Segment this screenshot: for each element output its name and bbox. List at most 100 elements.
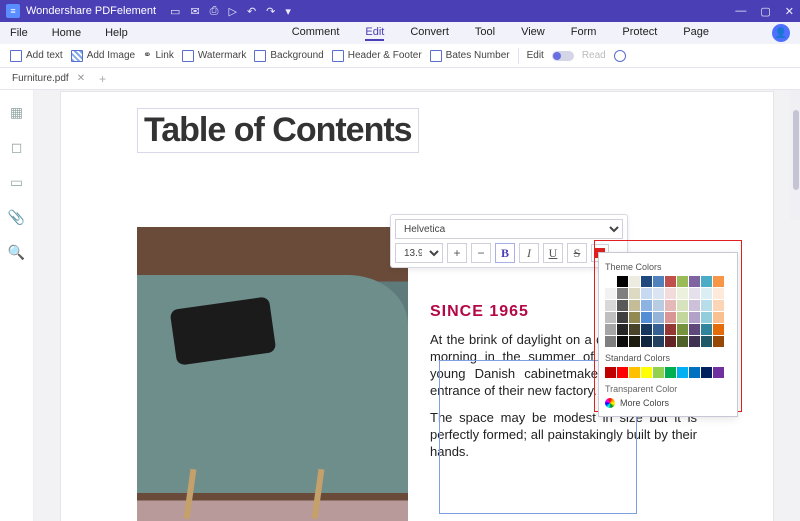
minimize-button[interactable]: — [735, 5, 746, 18]
menu-help[interactable]: Help [105, 27, 128, 39]
scrollbar-thumb[interactable] [793, 110, 799, 190]
color-swatch[interactable] [677, 336, 688, 347]
color-swatch[interactable] [653, 324, 664, 335]
underline-button[interactable]: U [543, 243, 563, 263]
color-swatch[interactable] [617, 336, 628, 347]
color-swatch[interactable] [653, 367, 664, 378]
color-swatch[interactable] [629, 324, 640, 335]
color-swatch[interactable] [641, 312, 652, 323]
color-swatch[interactable] [701, 336, 712, 347]
color-swatch[interactable] [701, 276, 712, 287]
color-swatch[interactable] [653, 288, 664, 299]
color-swatch[interactable] [665, 336, 676, 347]
color-swatch[interactable] [653, 336, 664, 347]
tab-convert[interactable]: Convert [410, 26, 449, 41]
color-swatch[interactable] [617, 324, 628, 335]
strikethrough-button[interactable]: S [567, 243, 587, 263]
attachments-icon[interactable]: 📎 [8, 209, 25, 226]
tab-page[interactable]: Page [683, 26, 709, 41]
color-swatch[interactable] [641, 288, 652, 299]
color-swatch[interactable] [605, 324, 616, 335]
color-swatch[interactable] [713, 367, 724, 378]
font-size-select[interactable]: 13.94 [395, 243, 443, 263]
transparent-color-button[interactable]: Transparent Color [605, 382, 731, 396]
tab-close-icon[interactable]: ✕ [77, 73, 85, 84]
color-swatch[interactable] [605, 312, 616, 323]
tab-tool[interactable]: Tool [475, 26, 495, 41]
color-swatch[interactable] [641, 336, 652, 347]
furniture-image[interactable] [137, 227, 408, 521]
color-swatch[interactable] [605, 288, 616, 299]
color-swatch[interactable] [617, 276, 628, 287]
comments-icon[interactable]: ▭ [10, 174, 23, 191]
color-swatch[interactable] [605, 336, 616, 347]
vertical-scrollbar[interactable] [790, 90, 800, 220]
heading-toc[interactable]: Table of Contents [137, 108, 419, 153]
color-swatch[interactable] [641, 324, 652, 335]
color-swatch[interactable] [629, 288, 640, 299]
color-swatch[interactable] [677, 367, 688, 378]
color-swatch[interactable] [629, 336, 640, 347]
tab-form[interactable]: Form [571, 26, 597, 41]
bookmark-icon[interactable]: ◻ [11, 139, 23, 156]
more-icon[interactable]: ▾ [285, 5, 291, 18]
color-swatch[interactable] [617, 300, 628, 311]
color-swatch[interactable] [689, 367, 700, 378]
decrease-size-button[interactable]: − [471, 243, 491, 263]
document-tab[interactable]: Furniture.pdf ✕ [4, 70, 93, 87]
link-button[interactable]: ⚭Link [143, 50, 174, 61]
color-swatch[interactable] [713, 300, 724, 311]
color-swatch[interactable] [713, 312, 724, 323]
color-swatch[interactable] [665, 276, 676, 287]
mail-icon[interactable]: ✉ [190, 5, 199, 18]
edit-read-toggle[interactable] [552, 51, 574, 61]
redo-icon[interactable]: ↷ [266, 5, 275, 18]
menu-home[interactable]: Home [52, 27, 81, 39]
color-swatch[interactable] [665, 300, 676, 311]
color-swatch[interactable] [713, 288, 724, 299]
tab-comment[interactable]: Comment [292, 26, 340, 41]
color-swatch[interactable] [629, 367, 640, 378]
add-image-button[interactable]: Add Image [71, 50, 135, 62]
color-swatch[interactable] [605, 367, 616, 378]
color-swatch[interactable] [629, 312, 640, 323]
color-swatch[interactable] [677, 312, 688, 323]
color-swatch[interactable] [629, 300, 640, 311]
open-icon[interactable]: ▭ [170, 5, 180, 18]
color-swatch[interactable] [665, 312, 676, 323]
font-family-select[interactable]: Helvetica [395, 219, 623, 239]
color-swatch[interactable] [641, 300, 652, 311]
user-avatar[interactable]: 👤 [772, 24, 790, 42]
undo-icon[interactable]: ↶ [247, 5, 256, 18]
save-icon[interactable]: ▷ [228, 5, 236, 18]
color-swatch[interactable] [617, 312, 628, 323]
search-icon[interactable]: 🔍 [8, 244, 25, 261]
color-swatch[interactable] [713, 336, 724, 347]
color-swatch[interactable] [617, 367, 628, 378]
color-swatch[interactable] [713, 324, 724, 335]
new-tab-button[interactable]: + [99, 72, 106, 86]
color-swatch[interactable] [653, 276, 664, 287]
color-swatch[interactable] [701, 312, 712, 323]
maximize-button[interactable]: ▢ [760, 5, 770, 18]
color-swatch[interactable] [653, 300, 664, 311]
thumbnails-icon[interactable]: ▦ [10, 104, 23, 121]
color-swatch[interactable] [665, 288, 676, 299]
color-swatch[interactable] [629, 276, 640, 287]
color-swatch[interactable] [653, 312, 664, 323]
tab-protect[interactable]: Protect [622, 26, 657, 41]
background-button[interactable]: Background [254, 50, 323, 62]
color-swatch[interactable] [605, 300, 616, 311]
color-swatch[interactable] [689, 300, 700, 311]
color-swatch[interactable] [689, 324, 700, 335]
color-swatch[interactable] [665, 324, 676, 335]
color-swatch[interactable] [665, 367, 676, 378]
color-swatch[interactable] [701, 288, 712, 299]
color-swatch[interactable] [713, 276, 724, 287]
color-swatch[interactable] [689, 312, 700, 323]
color-swatch[interactable] [617, 288, 628, 299]
tab-view[interactable]: View [521, 26, 545, 41]
color-swatch[interactable] [677, 288, 688, 299]
increase-size-button[interactable]: + [447, 243, 467, 263]
color-swatch[interactable] [677, 276, 688, 287]
